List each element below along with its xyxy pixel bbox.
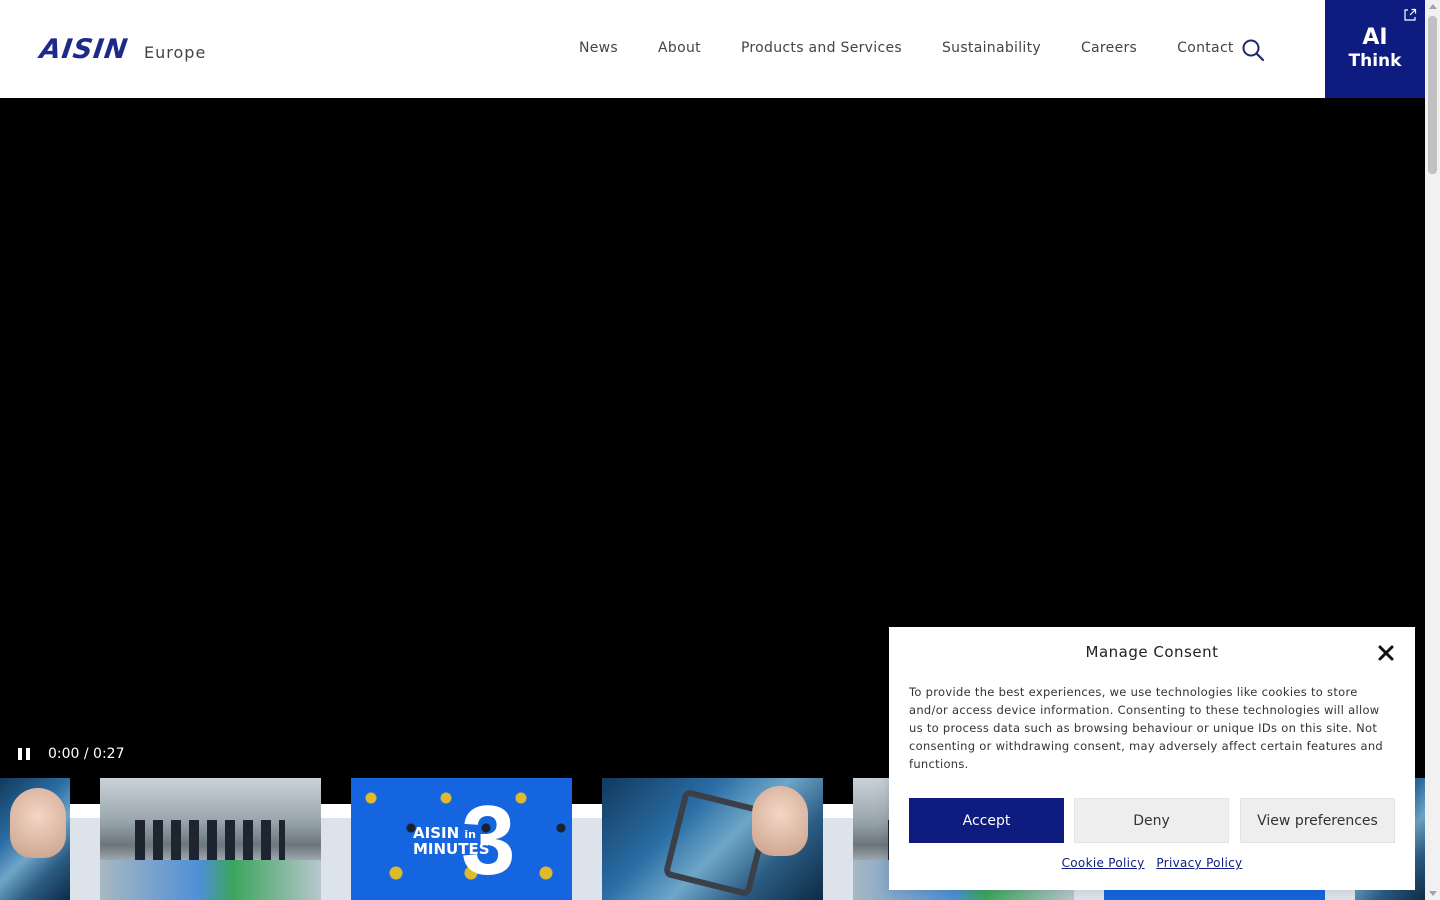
thumbnail-divider: [823, 778, 853, 900]
site-logo[interactable]: AISIN Europe: [38, 34, 206, 66]
consent-dialog: Manage Consent To provide the best exper…: [889, 627, 1415, 890]
nav-item-about[interactable]: About: [658, 38, 701, 58]
scrollbar-thumb[interactable]: [1428, 16, 1437, 174]
cookie-policy-link[interactable]: Cookie Policy: [1062, 856, 1145, 870]
search-button[interactable]: [1241, 38, 1265, 62]
ai-think-line2: Think: [1348, 51, 1402, 71]
pause-icon-bar: [26, 748, 30, 760]
aisin-logo[interactable]: AISIN: [38, 34, 130, 65]
thumbnail-robot-child[interactable]: [0, 778, 70, 900]
scroll-down-arrow-icon[interactable]: [1429, 891, 1437, 896]
nav-item-news[interactable]: News: [579, 38, 618, 58]
video-time: 0:00 / 0:27: [48, 746, 125, 762]
external-link-icon: [1404, 8, 1417, 21]
main-nav: News About Products and Services Sustain…: [579, 38, 1274, 58]
pause-icon: [18, 748, 22, 760]
site-header: AISIN Europe News About Products and Ser…: [0, 0, 1425, 98]
consent-title: Manage Consent: [1085, 643, 1219, 661]
scroll-up-arrow-icon[interactable]: [1429, 4, 1437, 9]
consent-links: Cookie Policy Privacy Policy: [889, 856, 1415, 870]
minutes-card-number: 3: [461, 785, 516, 895]
page-scrollbar[interactable]: [1425, 0, 1440, 900]
deny-button[interactable]: Deny: [1074, 798, 1229, 843]
accept-button[interactable]: Accept: [909, 798, 1064, 843]
thumbnail-robot-child[interactable]: [602, 778, 823, 900]
nav-item-sustainability[interactable]: Sustainability: [942, 38, 1041, 58]
close-icon: [1378, 645, 1394, 661]
privacy-policy-link[interactable]: Privacy Policy: [1156, 856, 1242, 870]
view-preferences-button[interactable]: View preferences: [1240, 798, 1395, 843]
thumbnail-floor: [100, 860, 321, 900]
thumbnail-face: [752, 786, 808, 856]
search-icon: [1242, 39, 1265, 62]
thumbnail-face: [10, 788, 66, 858]
nav-item-contact[interactable]: Contact: [1177, 38, 1234, 58]
ai-think-link[interactable]: AI Think: [1325, 0, 1425, 98]
nav-item-careers[interactable]: Careers: [1081, 38, 1137, 58]
nav-item-products-and-services[interactable]: Products and Services: [741, 38, 902, 58]
consent-close-button[interactable]: [1377, 644, 1395, 662]
ai-think-line1: AI: [1362, 25, 1388, 50]
pause-button[interactable]: [18, 747, 30, 761]
consent-description: To provide the best experiences, we use …: [909, 685, 1384, 771]
thumbnail-divider: [321, 778, 351, 900]
thumbnail-aisin-in-3-minutes[interactable]: AISIN in MINUTES 3: [351, 778, 572, 900]
logo-region-label[interactable]: Europe: [144, 40, 206, 66]
thumbnail-divider: [70, 778, 100, 900]
thumbnail-divider: [572, 778, 602, 900]
thumbnail-ribbon-cutting[interactable]: [100, 778, 321, 900]
video-controls: 0:00 / 0:27: [18, 746, 125, 762]
